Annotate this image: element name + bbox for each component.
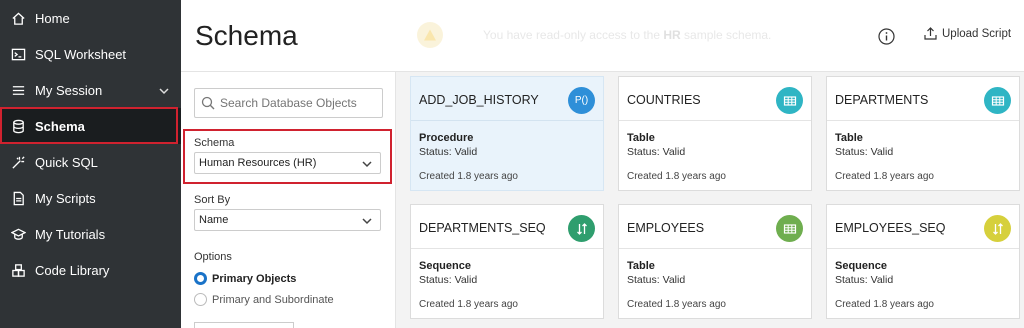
sidebar-item-label: Schema [35,118,85,134]
sidebar-item-my-session[interactable]: My Session [0,72,181,108]
card-status: Status: Valid [835,274,894,286]
card-name: EMPLOYEES [627,221,705,235]
card-header: COUNTRIES [619,77,811,121]
sidebar-item-quick-sql[interactable]: Quick SQL [0,144,181,180]
card-type: Procedure [419,132,474,144]
sort-by-select[interactable]: Name [194,209,381,231]
object-card-employees-seq[interactable]: EMPLOYEES_SEQ Sequence Status: Valid Cre… [826,204,1020,319]
card-name: DEPARTMENTS_SEQ [419,221,546,235]
card-status: Status: Valid [627,274,686,286]
blocks-icon [10,262,26,278]
procedure-icon: P() [568,87,595,114]
upload-icon [924,27,937,40]
card-created: Created 1.8 years ago [419,299,518,310]
chevron-down-icon [362,216,372,226]
card-type: Sequence [419,260,471,272]
card-created: Created 1.8 years ago [627,171,726,182]
card-name: ADD_JOB_HISTORY [419,93,539,107]
card-created: Created 1.8 years ago [627,299,726,310]
terminal-icon [10,46,26,62]
chevron-down-icon[interactable] [159,84,169,95]
radio-button[interactable] [194,293,207,306]
table-icon [776,215,803,242]
wand-icon [10,154,26,170]
info-icon[interactable] [878,28,896,46]
options-label: Options [194,251,232,263]
schema-label: Schema [194,137,235,149]
radio-primary-objects[interactable]: Primary Objects [194,272,296,285]
card-type: Table [627,132,655,144]
filter-panel: Schema Human Resources (HR) Sort By Name… [181,72,396,328]
upload-script-button[interactable]: Upload Script [923,26,1011,41]
card-created: Created 1.8 years ago [835,299,934,310]
sequence-icon [984,215,1011,242]
card-type: Table [627,260,655,272]
sidebar-item-schema[interactable]: Schema [0,108,181,144]
sidebar-item-label: Code Library [35,262,110,278]
card-header: EMPLOYEES [619,205,811,249]
sidebar-item-label: Home [35,10,70,26]
schema-select[interactable]: Human Resources (HR) [194,152,381,174]
card-status: Status: Valid [419,146,478,158]
table-icon [984,87,1011,114]
warning-icon [417,22,443,48]
home-icon [10,10,26,26]
sidebar-item-my-tutorials[interactable]: My Tutorials [0,216,181,252]
object-card-departments-seq[interactable]: DEPARTMENTS_SEQ Sequence Status: Valid C… [410,204,604,319]
object-card-employees[interactable]: EMPLOYEES Table Status: Valid Created 1.… [618,204,812,319]
card-created: Created 1.8 years ago [835,171,934,182]
object-card-countries[interactable]: COUNTRIES Table Status: Valid Created 1.… [618,76,812,191]
card-header: ADD_JOB_HISTORY P() [411,77,603,121]
card-name: DEPARTMENTS [835,93,929,107]
radio-primary-and-subordinate[interactable]: Primary and Subordinate [194,293,334,306]
card-status: Status: Valid [627,146,686,158]
card-type: Table [835,132,863,144]
collapsed-button-edge [194,322,294,328]
sidebar-item-label: Quick SQL [35,154,98,170]
card-name: EMPLOYEES_SEQ [835,221,946,235]
sidebar-item-sql-worksheet[interactable]: SQL Worksheet [0,36,181,72]
sidebar-item-label: My Session [35,82,103,98]
read-only-banner: You have read-only access to the HR samp… [417,17,797,53]
card-status: Status: Valid [835,146,894,158]
radio-button-selected[interactable] [194,272,207,285]
object-card-departments[interactable]: DEPARTMENTS Table Status: Valid Created … [826,76,1020,191]
page-header: Schema You have read-only access to the … [181,0,1024,72]
card-status: Status: Valid [419,274,478,286]
graduation-cap-icon [10,226,26,242]
chevron-down-icon [362,159,372,169]
search-icon [201,96,215,110]
search-box[interactable] [194,88,383,118]
sidebar-item-label: My Scripts [35,190,96,206]
page-title: Schema [195,20,298,51]
card-created: Created 1.8 years ago [419,171,518,182]
sidebar-item-home[interactable]: Home [0,0,181,36]
sidebar-item-label: SQL Worksheet [35,46,127,62]
card-header: DEPARTMENTS [827,77,1019,121]
table-icon [776,87,803,114]
card-name: COUNTRIES [627,93,701,107]
sidebar-item-my-scripts[interactable]: My Scripts [0,180,181,216]
card-type: Sequence [835,260,887,272]
sequence-icon [568,215,595,242]
sort-by-label: Sort By [194,194,231,206]
sidebar: Home SQL Worksheet My Session Schema Qui… [0,0,181,328]
card-header: DEPARTMENTS_SEQ [411,205,603,249]
sort-by-select-value: Name [199,214,229,226]
schema-select-value: Human Resources (HR) [199,157,317,169]
object-card-add-job-history[interactable]: ADD_JOB_HISTORY P() Procedure Status: Va… [410,76,604,191]
database-icon [10,118,26,134]
menu-icon [10,82,26,98]
banner-text: You have read-only access to the HR samp… [483,28,772,42]
card-header: EMPLOYEES_SEQ [827,205,1019,249]
document-icon [10,190,26,206]
sidebar-item-label: My Tutorials [35,226,106,242]
search-input[interactable] [220,96,380,110]
sidebar-item-code-library[interactable]: Code Library [0,252,181,288]
